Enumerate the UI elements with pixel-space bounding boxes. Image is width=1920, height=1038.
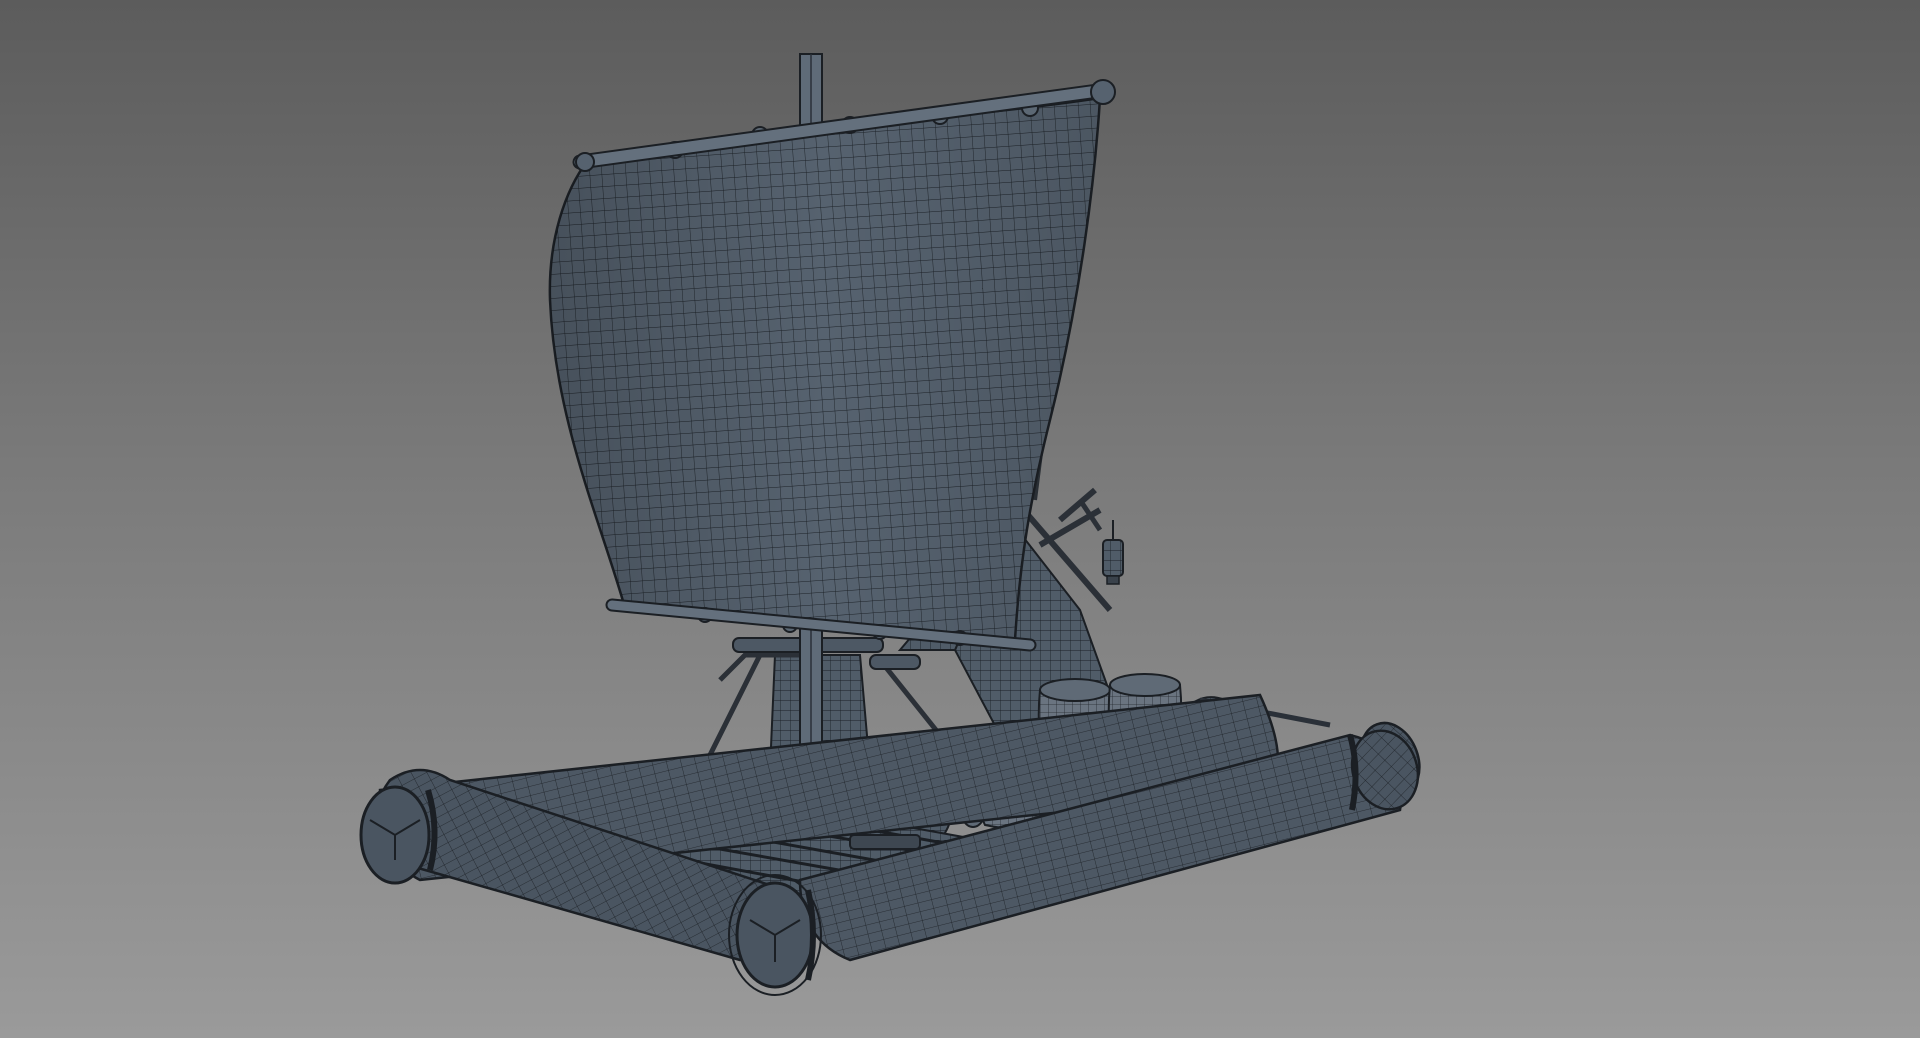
raft-wireframe-render: [0, 0, 1920, 1038]
3d-viewport[interactable]: [0, 0, 1920, 1038]
sail: [548, 96, 1102, 646]
